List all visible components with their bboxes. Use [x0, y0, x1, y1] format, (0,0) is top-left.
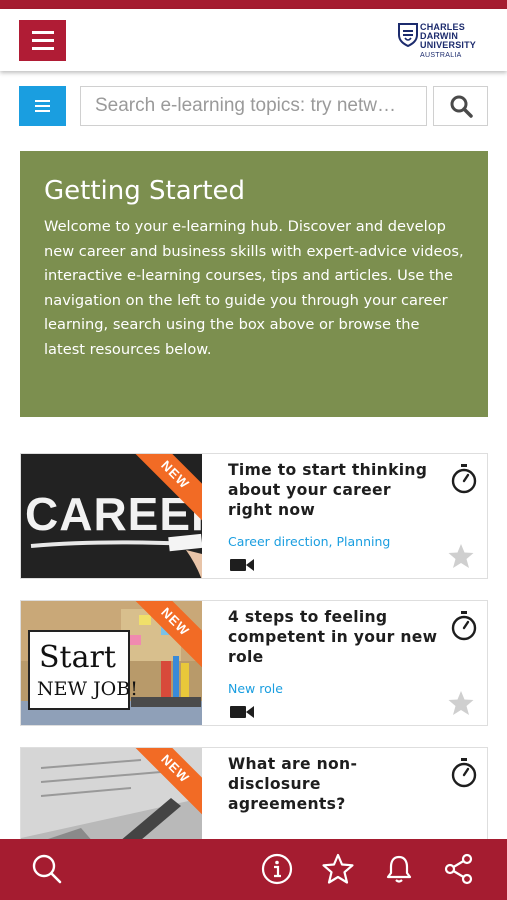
card-title[interactable]: 4 steps to feeling competent in your new…	[228, 607, 438, 667]
stopwatch-icon[interactable]	[450, 758, 478, 788]
star-icon	[322, 853, 354, 884]
logo-wordmark: CHARLES DARWIN UNIVERSITY	[420, 22, 477, 50]
video-icon	[230, 559, 254, 571]
star-icon[interactable]	[447, 689, 475, 717]
share-button[interactable]	[442, 852, 476, 886]
hamburger-icon	[31, 31, 54, 34]
stopwatch-icon[interactable]	[450, 464, 478, 494]
card-tags[interactable]: New role	[228, 681, 283, 696]
bottom-search-button[interactable]	[30, 852, 64, 886]
share-icon	[444, 853, 473, 885]
card-title[interactable]: What are non-disclosure agreements?	[228, 754, 438, 814]
card-thumbnail: CAREER NEW	[21, 454, 202, 578]
resource-card[interactable]: Start NEW JOB! NEW 4 steps to feeling co…	[20, 600, 488, 726]
main-menu-button[interactable]	[19, 20, 66, 61]
search-button[interactable]	[433, 86, 488, 126]
stopwatch-icon[interactable]	[450, 611, 478, 641]
svg-text:NEW JOB!: NEW JOB!	[37, 678, 138, 700]
university-logo[interactable]: CHARLES DARWIN UNIVERSITY AUSTRALIA	[398, 23, 490, 61]
hero-body: Welcome to your e-learning hub. Discover…	[44, 218, 464, 358]
card-tags[interactable]: Career direction, Planning	[228, 534, 390, 549]
search-icon	[450, 95, 473, 118]
card-title[interactable]: Time to start thinking about your career…	[228, 460, 438, 520]
info-button[interactable]	[260, 852, 294, 886]
bottom-toolbar	[0, 839, 507, 900]
search-input[interactable]	[80, 86, 427, 126]
svg-text:Start: Start	[39, 640, 116, 675]
video-icon	[230, 706, 254, 718]
favourites-button[interactable]	[321, 852, 355, 886]
app-header: CHARLES DARWIN UNIVERSITY AUSTRALIA	[0, 9, 507, 71]
notifications-button[interactable]	[382, 852, 416, 886]
getting-started-panel: Getting Started Welcome to your e-learni…	[20, 151, 488, 417]
card-thumbnail: NEW	[21, 748, 202, 846]
top-accent-strip	[0, 0, 507, 9]
card-thumbnail: Start NEW JOB! NEW	[21, 601, 202, 725]
list-icon	[35, 100, 50, 102]
hero-title: Getting Started	[44, 176, 246, 206]
resource-card[interactable]: CAREER NEW Time to start thinking about …	[20, 453, 488, 579]
logo-subtitle: AUSTRALIA	[420, 52, 462, 59]
topics-list-button[interactable]	[19, 86, 66, 126]
shield-icon	[398, 23, 418, 47]
resource-card[interactable]: NEW What are non-disclosure agreements?	[20, 747, 488, 847]
star-icon[interactable]	[447, 542, 475, 570]
search-icon	[32, 854, 62, 884]
bell-icon	[386, 855, 412, 883]
search-bar	[19, 86, 488, 126]
svg-text:CAREER: CAREER	[25, 488, 202, 540]
info-icon	[261, 853, 293, 885]
